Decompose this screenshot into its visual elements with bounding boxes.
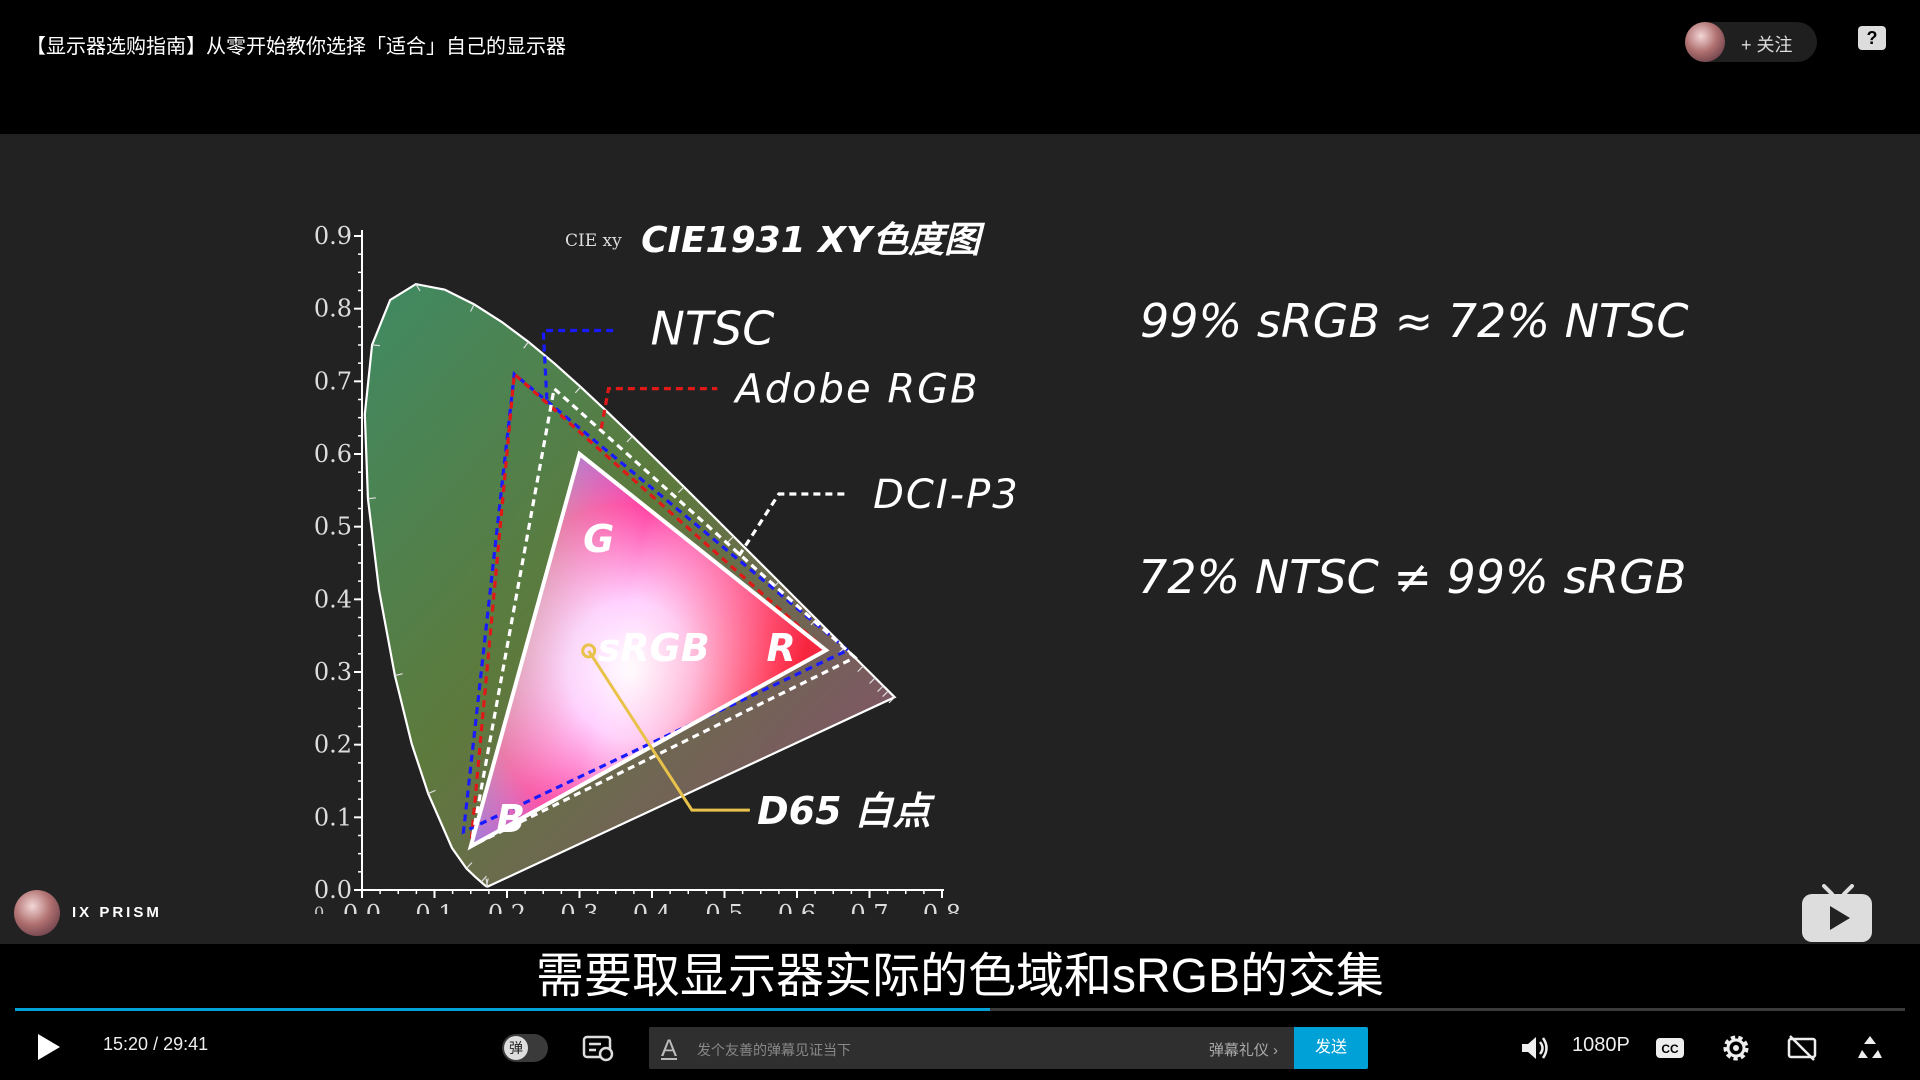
settings-gear-icon[interactable]: [1720, 1032, 1752, 1064]
current-time: 15:20: [103, 1034, 149, 1054]
corner-letter-g: G: [583, 517, 614, 561]
progress-bar[interactable]: [15, 1008, 1905, 1011]
equation-NTSC-not-sRGB: 72% NTSC ≠ 99% sRGB: [1138, 550, 1687, 604]
uploader-avatar[interactable]: [1685, 22, 1725, 62]
time-separator: /: [153, 1034, 159, 1054]
danmaku-settings-icon[interactable]: [582, 1034, 614, 1062]
y-tick-label: 0.2: [314, 731, 352, 759]
y-tick-label: 0.7: [314, 367, 352, 395]
picture-in-picture-off-icon[interactable]: [1786, 1032, 1818, 1064]
corner-letter-b: B: [496, 797, 525, 841]
danmaku-placeholder: 发个友善的弹幕见证当下: [697, 1042, 851, 1058]
channel-name: IX PRISM: [72, 904, 162, 921]
chart-title: CIE1931 XY色度图: [641, 220, 985, 261]
help-icon[interactable]: ?: [1858, 26, 1886, 50]
danmaku-toggle-icon: 弹: [504, 1036, 528, 1060]
quality-selector[interactable]: 1080P: [1572, 1034, 1630, 1057]
danmaku-etiquette-link[interactable]: 弹幕礼仪 ›: [1209, 1039, 1278, 1060]
adobe-rgb-label: Adobe RGB: [732, 367, 979, 413]
svg-text:CC: CC: [1661, 1042, 1679, 1056]
subtitle-caption: 需要取显示器实际的色域和sRGB的交集: [0, 944, 1920, 1010]
y-tick-label: 0.1: [314, 803, 352, 831]
danmaku-toggle[interactable]: 弹: [502, 1034, 548, 1062]
cie-chart: 0.0 0.1 0.2 0.3 0.4 0.5 0.6 0.7 0.80.00.10.20.30…: [314, 220, 1020, 914]
volume-icon[interactable]: [1518, 1032, 1550, 1064]
video-title: 【显示器选购指南】从零开始教你选择「适合」自己的显示器: [26, 36, 566, 58]
y-tick-label: 0.4: [314, 585, 352, 613]
srgb-label: sRGB: [598, 626, 710, 670]
locus-tick: [372, 344, 381, 347]
time-display: 15:20 / 29:41: [103, 1034, 208, 1055]
ntsc-label: NTSC: [651, 301, 775, 355]
y-tick-label: 0.5: [314, 513, 352, 541]
x-tick-label: 0.4: [633, 900, 671, 914]
corner-letter-r: R: [767, 626, 796, 670]
y-tick-label: 0.6: [314, 440, 352, 468]
play-icon[interactable]: [38, 1034, 60, 1060]
x-tick-label: 0.7: [850, 900, 888, 914]
x-tick-label: 0.3: [560, 900, 598, 914]
y-tick-label: 0.9: [314, 222, 352, 250]
equation-sRGB-to-NTSC: 99% sRGB ≈ 72% NTSC: [1140, 294, 1689, 348]
danmaku-input[interactable]: A 发个友善的弹幕见证当下 弹幕礼仪 ›: [649, 1027, 1294, 1069]
video-frame[interactable]: 0.0 0.1 0.2 0.3 0.4 0.5 0.6 0.7 0.8 0.0 0.1 0.2 0.3 0…: [0, 134, 1920, 944]
dci-p3-label: DCI-P3: [873, 472, 1020, 518]
fullscreen-icon[interactable]: [1854, 1032, 1886, 1064]
subtitle-cc-icon[interactable]: CC: [1654, 1032, 1686, 1064]
top-bar: 【显示器选购指南】从零开始教你选择「适合」自己的显示器 + 关注 ?: [0, 0, 1920, 134]
x-tick-label: 0.5: [705, 900, 743, 914]
bilibili-tv-icon[interactable]: [1800, 884, 1874, 944]
channel-avatar: [14, 890, 60, 936]
x-tick-label: 0.8: [923, 900, 961, 914]
x-tick-label: 0.6: [778, 900, 816, 914]
white-point-label: D65 白点: [757, 789, 936, 833]
danmaku-style-icon[interactable]: A: [661, 1035, 677, 1063]
origin-label: 0: [314, 903, 324, 914]
follow-label: + 关注: [1741, 35, 1793, 55]
control-bar: 15:20 / 29:41 弹 A 发个友善的弹幕见证当下 弹幕礼仪 › 发送 …: [0, 1012, 1920, 1080]
corner-label: CIE xy: [565, 231, 622, 251]
x-tick-label: 0.2: [488, 900, 526, 914]
x-tick-label: 0.1: [415, 900, 453, 914]
total-time: 29:41: [163, 1034, 209, 1054]
progress-fill: [15, 1008, 991, 1011]
y-tick-label: 0.8: [314, 295, 352, 323]
dci-callout-line: [737, 492, 848, 557]
y-tick-label: 0.0: [314, 876, 352, 904]
send-button[interactable]: 发送: [1294, 1027, 1368, 1069]
follow-button[interactable]: + 关注: [1685, 22, 1817, 62]
y-tick-label: 0.3: [314, 658, 352, 686]
